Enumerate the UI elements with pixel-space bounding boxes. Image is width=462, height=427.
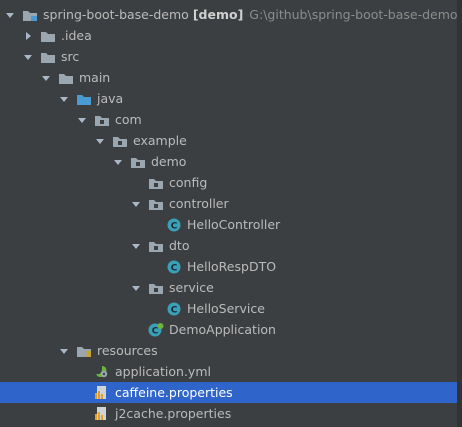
tree-row-config[interactable]: config	[0, 172, 462, 193]
properties-file-icon	[94, 385, 110, 401]
project-tree: spring-boot-base-demo [demo] G:\github\s…	[0, 0, 462, 427]
java-class-icon: C	[166, 301, 182, 317]
tree-row-project-root[interactable]: spring-boot-base-demo [demo] G:\github\s…	[0, 4, 462, 25]
svg-text:C: C	[171, 263, 178, 273]
tree-row-j2cache-properties[interactable]: j2cache.properties	[0, 403, 462, 424]
java-class-icon: C	[166, 217, 182, 233]
tree-row-main[interactable]: main	[0, 67, 462, 88]
tree-item-label: src	[61, 49, 80, 64]
project-name: spring-boot-base-demo	[43, 7, 189, 22]
tree-row-resources[interactable]: resources	[0, 340, 462, 361]
tree-row-application-yml[interactable]: application.yml	[0, 361, 462, 382]
tree-row-com[interactable]: com	[0, 109, 462, 130]
tree-row-hello-service[interactable]: C HelloService	[0, 298, 462, 319]
tree-row-service[interactable]: service	[0, 277, 462, 298]
tree-item-label: HelloRespDTO	[187, 259, 277, 274]
package-icon	[148, 175, 164, 191]
tree-row-controller[interactable]: controller	[0, 193, 462, 214]
chevron-down-icon[interactable]	[94, 135, 106, 147]
spring-boot-class-icon: C	[148, 322, 164, 338]
tree-row-src[interactable]: src	[0, 46, 462, 67]
chevron-down-icon[interactable]	[76, 114, 88, 126]
tree-row-idea[interactable]: .idea	[0, 25, 462, 46]
scrollbar-track[interactable]	[457, 0, 462, 427]
tree-row-hello-resp-dto[interactable]: C HelloRespDTO	[0, 256, 462, 277]
tree-row-hello-controller[interactable]: C HelloController	[0, 214, 462, 235]
svg-text:C: C	[171, 305, 178, 315]
tree-item-label: j2cache.properties	[115, 406, 232, 421]
folder-icon	[40, 28, 56, 44]
package-icon	[148, 196, 164, 212]
tree-row-example[interactable]: example	[0, 130, 462, 151]
module-folder-icon	[22, 7, 38, 23]
tree-row-demo[interactable]: demo	[0, 151, 462, 172]
tree-item-label: example	[133, 133, 187, 148]
tree-item-label: HelloService	[187, 301, 265, 316]
chevron-down-icon[interactable]	[130, 240, 142, 252]
tree-item-label: config	[169, 175, 208, 190]
chevron-down-icon[interactable]	[58, 93, 70, 105]
tree-item-label: resources	[97, 343, 158, 358]
tree-row-demo-application[interactable]: C DemoApplication	[0, 319, 462, 340]
chevron-down-icon[interactable]	[112, 156, 124, 168]
resources-folder-icon	[76, 343, 92, 359]
tree-row-caffeine-properties[interactable]: caffeine.properties	[0, 382, 462, 403]
tree-item-label: DemoApplication	[169, 322, 276, 337]
chevron-right-icon[interactable]	[22, 30, 34, 42]
chevron-down-icon[interactable]	[130, 282, 142, 294]
chevron-down-icon[interactable]	[22, 51, 34, 63]
folder-icon	[40, 49, 56, 65]
module-tag: [demo]	[192, 7, 244, 22]
spring-config-file-icon	[94, 364, 110, 380]
project-path: G:\github\spring-boot-base-demo	[249, 7, 458, 22]
tree-item-label: caffeine.properties	[115, 385, 233, 400]
tree-item-label: application.yml	[115, 364, 211, 379]
tree-item-label: HelloController	[187, 217, 281, 232]
tree-item-label: com	[115, 112, 142, 127]
package-icon	[112, 133, 128, 149]
java-class-icon: C	[166, 259, 182, 275]
svg-text:C: C	[152, 326, 159, 336]
package-icon	[130, 154, 146, 170]
chevron-down-icon[interactable]	[130, 198, 142, 210]
tree-row-dto[interactable]: dto	[0, 235, 462, 256]
package-icon	[94, 112, 110, 128]
chevron-down-icon[interactable]	[58, 345, 70, 357]
tree-item-label: java	[97, 91, 124, 106]
tree-item-label: dto	[169, 238, 190, 253]
package-icon	[148, 280, 164, 296]
source-folder-icon	[76, 91, 92, 107]
properties-file-icon	[94, 406, 110, 422]
tree-row-java[interactable]: java	[0, 88, 462, 109]
package-icon	[148, 238, 164, 254]
folder-icon	[58, 70, 74, 86]
tree-item-label: main	[79, 70, 111, 85]
chevron-down-icon[interactable]	[4, 9, 16, 21]
chevron-down-icon[interactable]	[40, 72, 52, 84]
tree-item-label: demo	[151, 154, 187, 169]
tree-item-label: controller	[169, 196, 229, 211]
tree-item-label: .idea	[61, 28, 92, 43]
tree-item-label: service	[169, 280, 214, 295]
svg-text:C: C	[171, 221, 178, 231]
